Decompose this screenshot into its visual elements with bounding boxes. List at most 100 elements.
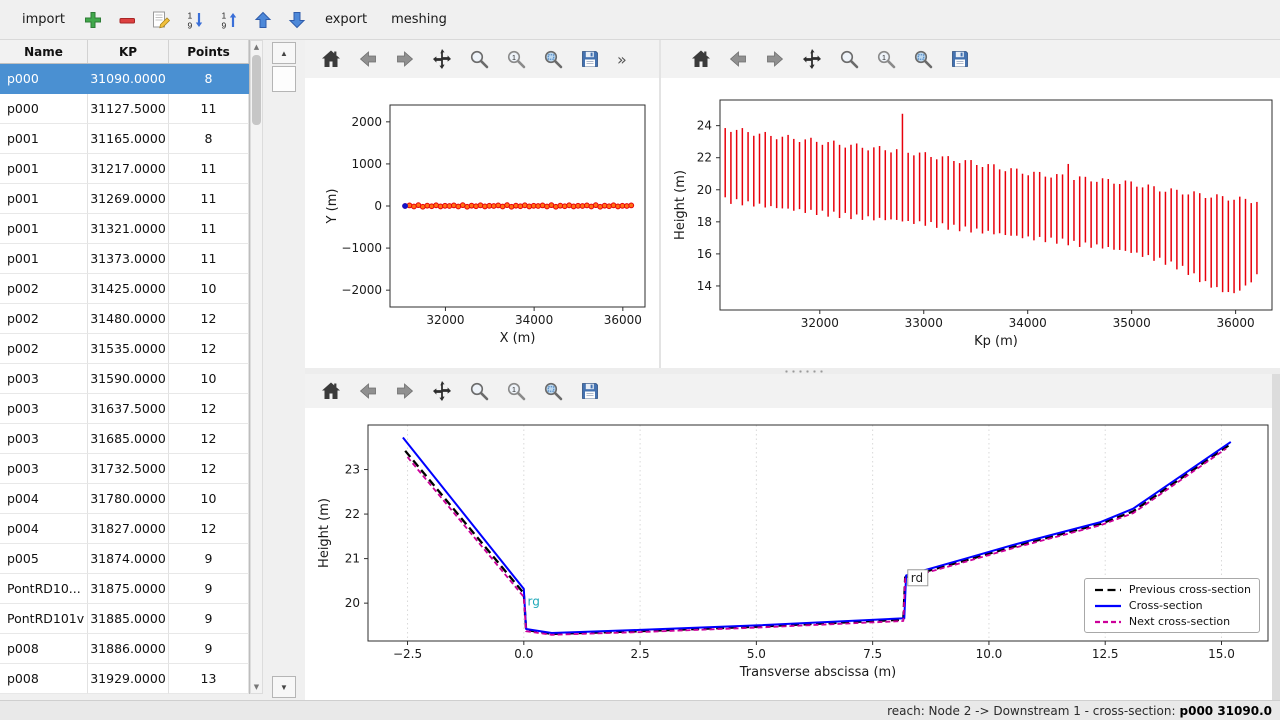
zoom-icon	[838, 48, 860, 70]
home-button[interactable]	[317, 377, 345, 405]
table-row[interactable]: p00831886.00009	[0, 634, 249, 664]
back-icon	[357, 380, 379, 402]
table-row[interactable]: PontRD10...31875.00009	[0, 574, 249, 604]
table-row[interactable]: p00331685.000012	[0, 424, 249, 454]
status-current-section: p000 31090.0	[1180, 704, 1272, 718]
back-button[interactable]	[354, 377, 382, 405]
save-button[interactable]	[946, 45, 974, 73]
export-button[interactable]: export	[315, 6, 377, 33]
edit-button[interactable]	[147, 6, 175, 34]
zoom-original-button[interactable]: 1	[502, 377, 530, 405]
zoom-original-button[interactable]: 1	[872, 45, 900, 73]
column-header-name[interactable]: Name	[0, 40, 88, 63]
table-row[interactable]: p00131165.00008	[0, 124, 249, 154]
zoom-region-button[interactable]	[909, 45, 937, 73]
pan-icon	[431, 380, 453, 402]
down-triangle-icon: ▼	[280, 683, 288, 692]
table-row[interactable]: p00031090.00008	[0, 64, 249, 94]
table-row[interactable]: p00831929.000013	[0, 664, 249, 694]
zoom-region-button[interactable]	[539, 377, 567, 405]
table-row[interactable]: p00231535.000012	[0, 334, 249, 364]
table-row[interactable]: PontRD101v31885.00009	[0, 604, 249, 634]
sort-ascending-button[interactable]: 19	[181, 6, 209, 34]
pan-button[interactable]	[798, 45, 826, 73]
import-button[interactable]: import	[12, 6, 75, 33]
table-row[interactable]: p00031127.500011	[0, 94, 249, 124]
table-scrollbar[interactable]: ▲ ▼	[250, 40, 263, 694]
table-row[interactable]: p00131321.000011	[0, 214, 249, 244]
forward-button[interactable]	[761, 45, 789, 73]
svg-text:14: 14	[697, 279, 712, 293]
pan-icon	[431, 48, 453, 70]
home-button[interactable]	[317, 45, 345, 73]
zoom-icon	[468, 48, 490, 70]
save-button[interactable]	[576, 377, 604, 405]
pane-scrollbar-thumb[interactable]	[272, 66, 296, 92]
table-scrollbar-thumb[interactable]	[252, 55, 261, 125]
scroll-up-icon[interactable]: ▲	[251, 41, 262, 53]
svg-text:1000: 1000	[351, 157, 382, 171]
zoom-region-button[interactable]	[539, 45, 567, 73]
svg-text:1: 1	[512, 53, 516, 62]
zoom-button[interactable]	[465, 45, 493, 73]
zoom-region-icon	[912, 48, 934, 70]
plan-view-chart[interactable]: 320003400036000200010000−1000−2000X (m)Y…	[390, 105, 645, 307]
forward-icon	[764, 48, 786, 70]
back-button[interactable]	[354, 45, 382, 73]
home-icon	[320, 380, 342, 402]
table-row[interactable]: p00431780.000010	[0, 484, 249, 514]
svg-text:5.0: 5.0	[747, 647, 766, 661]
table-row[interactable]: p00231480.000012	[0, 304, 249, 334]
scroll-down-icon[interactable]: ▼	[251, 681, 262, 693]
table-row[interactable]: p00331637.500012	[0, 394, 249, 424]
table-row[interactable]: p00231425.000010	[0, 274, 249, 304]
svg-text:36000: 36000	[1217, 316, 1255, 330]
back-button[interactable]	[724, 45, 752, 73]
pane-scroll-up-button[interactable]: ▲	[272, 42, 296, 64]
sort-descending-button[interactable]: 19	[215, 6, 243, 34]
svg-text:Y (m): Y (m)	[325, 189, 340, 225]
move-down-button[interactable]	[283, 6, 311, 34]
toolbar-overflow-button[interactable]: »	[617, 50, 627, 69]
zoom-button[interactable]	[465, 377, 493, 405]
remove-button[interactable]	[113, 6, 141, 34]
table-row[interactable]: p00531874.00009	[0, 544, 249, 574]
column-header-points[interactable]: Points	[169, 40, 249, 63]
svg-text:1: 1	[187, 10, 192, 20]
main-toolbar: import 1919 export meshing	[0, 0, 1280, 40]
forward-button[interactable]	[391, 45, 419, 73]
pan-button[interactable]	[428, 377, 456, 405]
status-bar: reach: Node 2 -> Downstream 1 - cross-se…	[0, 700, 1280, 720]
svg-text:9: 9	[221, 20, 226, 30]
meshing-button[interactable]: meshing	[381, 6, 457, 33]
bottom-panel-scrollbar[interactable]	[1272, 374, 1280, 700]
move-up-button[interactable]	[249, 6, 277, 34]
pane-scroll-down-button[interactable]: ▼	[272, 676, 296, 698]
table-row[interactable]: p00331590.000010	[0, 364, 249, 394]
zoom-button[interactable]	[835, 45, 863, 73]
zoom-original-button[interactable]: 1	[502, 45, 530, 73]
move-down-icon	[286, 9, 308, 31]
svg-text:Height (m): Height (m)	[317, 498, 332, 568]
add-button[interactable]	[79, 6, 107, 34]
table-row[interactable]: p00431827.000012	[0, 514, 249, 544]
table-row[interactable]: p00131373.000011	[0, 244, 249, 274]
sort-ascending-icon: 19	[184, 9, 206, 31]
svg-text:Height (m): Height (m)	[673, 170, 688, 240]
cross-section-chart[interactable]: −2.50.02.55.07.510.012.515.020212223Tran…	[368, 425, 1268, 641]
cross-sections-table: Name KP Points p00031090.00008p00031127.…	[0, 40, 250, 694]
home-button[interactable]	[687, 45, 715, 73]
longitudinal-profile-chart[interactable]: 3200033000340003500036000141618202224Kp …	[720, 100, 1272, 310]
forward-button[interactable]	[391, 377, 419, 405]
pan-button[interactable]	[428, 45, 456, 73]
svg-text:34000: 34000	[515, 313, 553, 327]
table-row[interactable]: p00131269.000011	[0, 184, 249, 214]
vertical-splitter[interactable]	[659, 40, 661, 368]
column-header-kp[interactable]: KP	[88, 40, 169, 63]
table-row[interactable]: p00331732.500012	[0, 454, 249, 484]
save-button[interactable]	[576, 45, 604, 73]
status-text: reach: Node 2 -> Downstream 1 - cross-se…	[887, 704, 1175, 718]
svg-text:20: 20	[345, 596, 360, 610]
table-row[interactable]: p00131217.000011	[0, 154, 249, 184]
svg-text:22: 22	[345, 507, 360, 521]
